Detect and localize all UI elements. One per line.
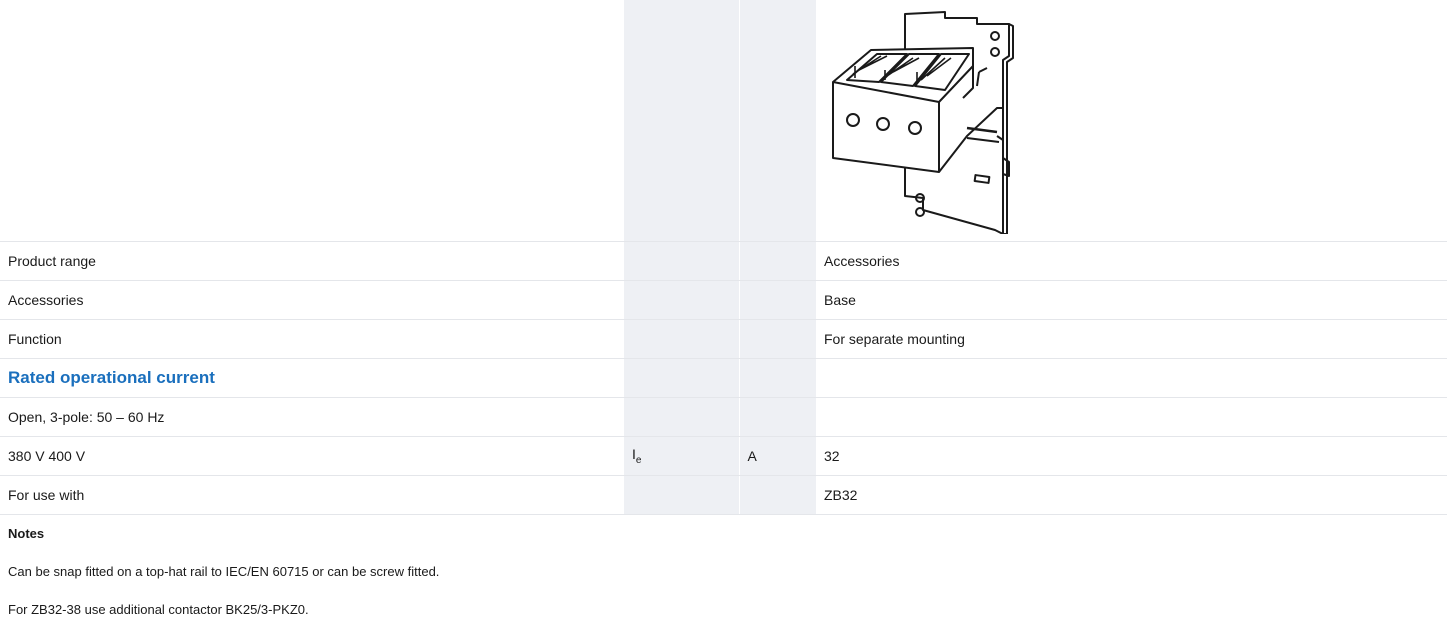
row-unit: A: [739, 436, 816, 476]
row-label: Accessories: [0, 280, 624, 320]
product-base-drawing-icon: [832, 10, 1014, 234]
product-image-cell: [816, 0, 1447, 242]
row-label: For use with: [0, 475, 624, 515]
note-line: Can be snap fitted on a top-hat rail to …: [8, 564, 440, 579]
row-voltage: 380 V 400 V Ie A 32: [0, 436, 1447, 476]
row-rated-heading: Rated operational current: [0, 358, 1447, 398]
row-value: Base: [816, 280, 1447, 320]
spec-sheet: Product range Accessories Accessories Ba…: [0, 0, 1447, 629]
note-line: For ZB32-38 use additional contactor BK2…: [8, 602, 309, 617]
row-open-3pole: Open, 3-pole: 50 – 60 Hz: [0, 397, 1447, 437]
row-symbol: Ie: [624, 436, 740, 476]
image-row: [0, 0, 1447, 242]
row-label: 380 V 400 V: [0, 436, 624, 476]
notes-title: Notes: [8, 526, 45, 541]
row-value: For separate mounting: [816, 319, 1447, 359]
row-accessories: Accessories Base: [0, 280, 1447, 320]
row-value: Accessories: [816, 241, 1447, 281]
notes-section: Notes Can be snap fitted on a top-hat ra…: [0, 515, 1447, 629]
row-value: 32: [816, 436, 1447, 476]
row-label: Function: [0, 319, 624, 359]
row-value: ZB32: [816, 475, 1447, 515]
row-label: Product range: [0, 241, 624, 281]
spec-table: Product range Accessories Accessories Ba…: [0, 0, 1447, 515]
row-for-use-with: For use with ZB32: [0, 475, 1447, 515]
row-product-range: Product range Accessories: [0, 241, 1447, 281]
row-label: Open, 3-pole: 50 – 60 Hz: [0, 397, 624, 437]
row-function: Function For separate mounting: [0, 319, 1447, 359]
section-heading: Rated operational current: [0, 358, 624, 398]
